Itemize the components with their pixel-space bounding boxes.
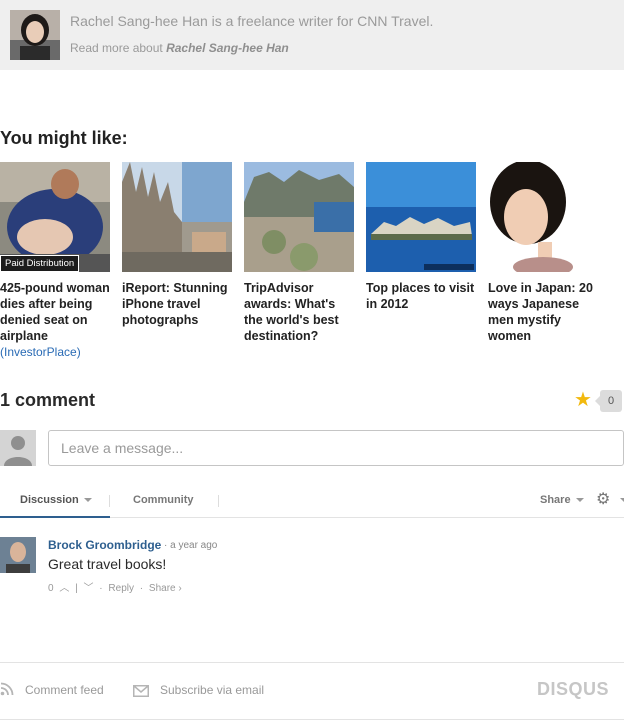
comment-author[interactable]: Brock Groombridge — [48, 538, 161, 552]
chevron-down-icon — [83, 498, 92, 503]
comment-time-text: a year ago — [170, 540, 218, 551]
chevron-down-icon — [575, 498, 584, 503]
upvote-icon[interactable]: ︿ — [59, 583, 69, 594]
read-more-prefix: Read more about — [70, 41, 167, 55]
recommendation-title[interactable]: Love in Japan: 20 ways Japanese men myst… — [488, 280, 600, 344]
separator: · — [139, 583, 144, 594]
comment-time[interactable]: · a year ago — [164, 540, 217, 551]
recommendation-title[interactable]: iReport: Stunning iPhone travel photogra… — [122, 280, 234, 328]
chevron-down-icon[interactable] — [620, 498, 624, 502]
recommendation-item[interactable]: TripAdvisor awards: What's the world's b… — [244, 162, 356, 344]
share-menu[interactable]: Share — [540, 494, 584, 506]
divider: | — [75, 583, 78, 594]
recommendation-image[interactable] — [488, 162, 598, 272]
recommendation-title[interactable]: Top places to visit in 2012 — [366, 280, 478, 312]
recommendation-item[interactable]: Love in Japan: 20 ways Japanese men myst… — [488, 162, 600, 344]
reply-link[interactable]: Reply — [108, 583, 134, 594]
recommendation-image[interactable] — [244, 162, 354, 272]
author-box: Rachel Sang-hee Han is a freelance write… — [0, 0, 624, 70]
disqus-logo[interactable]: DISQUS — [537, 679, 609, 700]
separator: · — [99, 583, 103, 594]
downvote-icon[interactable]: ﹀ — [84, 583, 94, 594]
message-input[interactable]: Leave a message... — [48, 430, 624, 466]
star-icon[interactable]: ★ — [574, 389, 592, 411]
recommendation-title[interactable]: 425-pound woman dies after being denied … — [0, 280, 112, 344]
comment-feed-link[interactable]: Comment feed — [25, 683, 104, 697]
recommendation-source[interactable]: (InvestorPlace) — [0, 344, 112, 360]
star-count: 0 — [595, 390, 622, 412]
tab-community[interactable]: Community — [110, 490, 194, 518]
recommendation-item[interactable]: Paid Distribution 425-pound woman dies a… — [0, 162, 112, 360]
discussion-tabs: Discussion Community Share ⚙ — [0, 490, 624, 518]
divider — [0, 719, 624, 720]
divider — [0, 662, 624, 663]
author-avatar[interactable] — [10, 10, 60, 60]
recommendation-image[interactable] — [122, 162, 232, 272]
you-might-like-heading: You might like: — [0, 128, 128, 148]
read-more-link[interactable]: Read more about Rachel Sang-hee Han — [70, 41, 289, 55]
vote-count: 0 — [48, 583, 54, 594]
rss-icon[interactable] — [0, 682, 14, 696]
share-link[interactable]: Share › — [149, 583, 182, 594]
recommendation-image[interactable]: Paid Distribution — [0, 162, 110, 272]
paid-distribution-badge: Paid Distribution — [0, 255, 80, 272]
avatar[interactable] — [0, 537, 36, 573]
divider — [218, 495, 219, 507]
comment-actions: 0 ︿ | ﹀ · Reply · Share › — [48, 579, 185, 594]
share-menu-label: Share — [540, 494, 571, 506]
recommendation-item[interactable]: Top places to visit in 2012 — [366, 162, 478, 312]
recommendation-title[interactable]: TripAdvisor awards: What's the world's b… — [244, 280, 356, 344]
comment-count: 1 comment — [0, 390, 96, 410]
author-name[interactable]: Rachel Sang-hee Han — [166, 41, 289, 55]
recommendation-item[interactable]: iReport: Stunning iPhone travel photogra… — [122, 162, 234, 328]
comment-text: Great travel books! — [48, 556, 167, 572]
tab-discussion[interactable]: Discussion — [0, 490, 110, 518]
envelope-icon[interactable] — [133, 684, 149, 697]
author-bio: Rachel Sang-hee Han is a freelance write… — [70, 13, 434, 29]
subscribe-email-link[interactable]: Subscribe via email — [160, 683, 264, 697]
recommendation-image[interactable] — [366, 162, 476, 272]
user-avatar — [0, 430, 36, 466]
tab-discussion-label: Discussion — [20, 494, 79, 506]
gear-icon[interactable]: ⚙ — [596, 490, 610, 510]
